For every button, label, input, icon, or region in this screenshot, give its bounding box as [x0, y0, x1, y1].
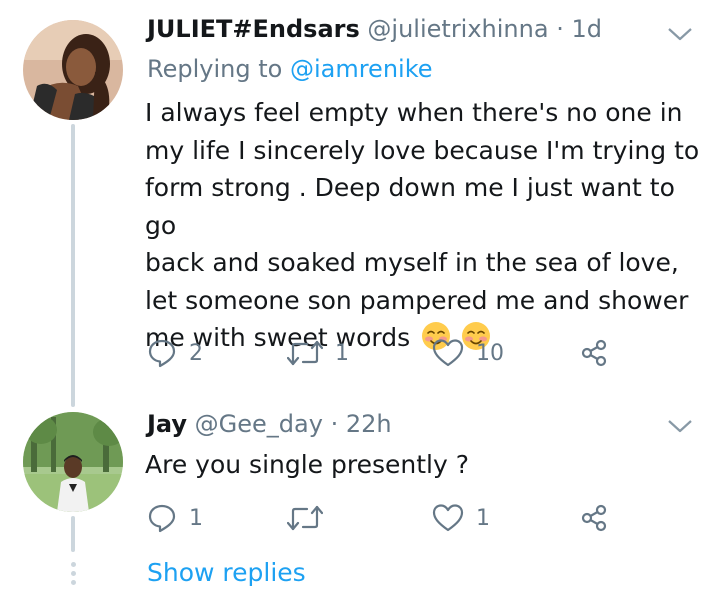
thread-line	[71, 516, 75, 552]
like-button[interactable]: 1	[432, 501, 490, 535]
user-handle[interactable]: @Gee_day	[195, 410, 323, 438]
mention-link[interactable]: @iamrenike	[290, 55, 433, 83]
thread-dots	[69, 562, 77, 589]
replying-to: Replying to @iamrenike	[147, 55, 433, 83]
reply-icon	[148, 504, 176, 533]
reply-count: 2	[189, 340, 203, 366]
reply-button[interactable]: 2	[147, 336, 203, 370]
user-handle[interactable]: @julietrixhinna	[367, 15, 548, 43]
avatar[interactable]	[23, 412, 123, 512]
share-button[interactable]	[579, 336, 609, 370]
retweet-count: 1	[335, 340, 349, 366]
share-icon	[581, 339, 607, 367]
tweet-text-line: form strong . Deep down me I just want t…	[145, 173, 675, 240]
display-name[interactable]: JULIET#Endsars	[147, 15, 360, 43]
share-button[interactable]	[579, 501, 609, 535]
replying-prefix: Replying to	[147, 55, 283, 83]
tweet-text-line: I always feel empty when there's no one …	[145, 98, 683, 127]
tweet-header: Jay @Gee_day · 22h	[147, 410, 392, 438]
tweet-text-line: back and soaked myself in the sea of lov…	[145, 248, 679, 277]
retweet-icon	[287, 505, 323, 531]
tweet-text-line: my life I sincerely love because I'm try…	[145, 135, 700, 165]
reply-button[interactable]: 1	[147, 501, 203, 535]
heart-icon	[432, 339, 464, 367]
reply-icon	[148, 339, 176, 368]
thread-line	[71, 124, 75, 407]
display-name[interactable]: Jay	[147, 410, 187, 438]
chevron-down-icon[interactable]	[667, 26, 693, 42]
like-button[interactable]: 10	[432, 336, 504, 370]
chevron-down-icon[interactable]	[667, 418, 693, 434]
tweet-text: Are you single presently ?	[145, 446, 705, 484]
reply-count: 1	[189, 505, 203, 531]
like-count: 10	[476, 340, 504, 366]
retweet-icon	[287, 340, 323, 366]
like-count: 1	[476, 505, 490, 531]
retweet-button[interactable]	[287, 501, 335, 535]
tweet-actions: 1 1	[147, 501, 617, 535]
show-replies-link[interactable]: Show replies	[147, 558, 306, 587]
tweet-text-line: let someone son pampered me and shower	[145, 285, 689, 315]
heart-icon	[432, 504, 464, 532]
tweet-header: JULIET#Endsars @julietrixhinna · 1d	[147, 15, 602, 43]
tweet-text: I always feel empty when there's no one …	[145, 94, 705, 357]
retweet-button[interactable]: 1	[287, 336, 349, 370]
tweet-text-line: Are you single presently ?	[145, 450, 469, 479]
timestamp[interactable]: · 22h	[331, 410, 392, 438]
share-icon	[581, 504, 607, 532]
tweet-actions: 2 1 10	[147, 336, 617, 370]
timestamp[interactable]: · 1d	[556, 15, 602, 43]
avatar[interactable]	[23, 20, 123, 120]
